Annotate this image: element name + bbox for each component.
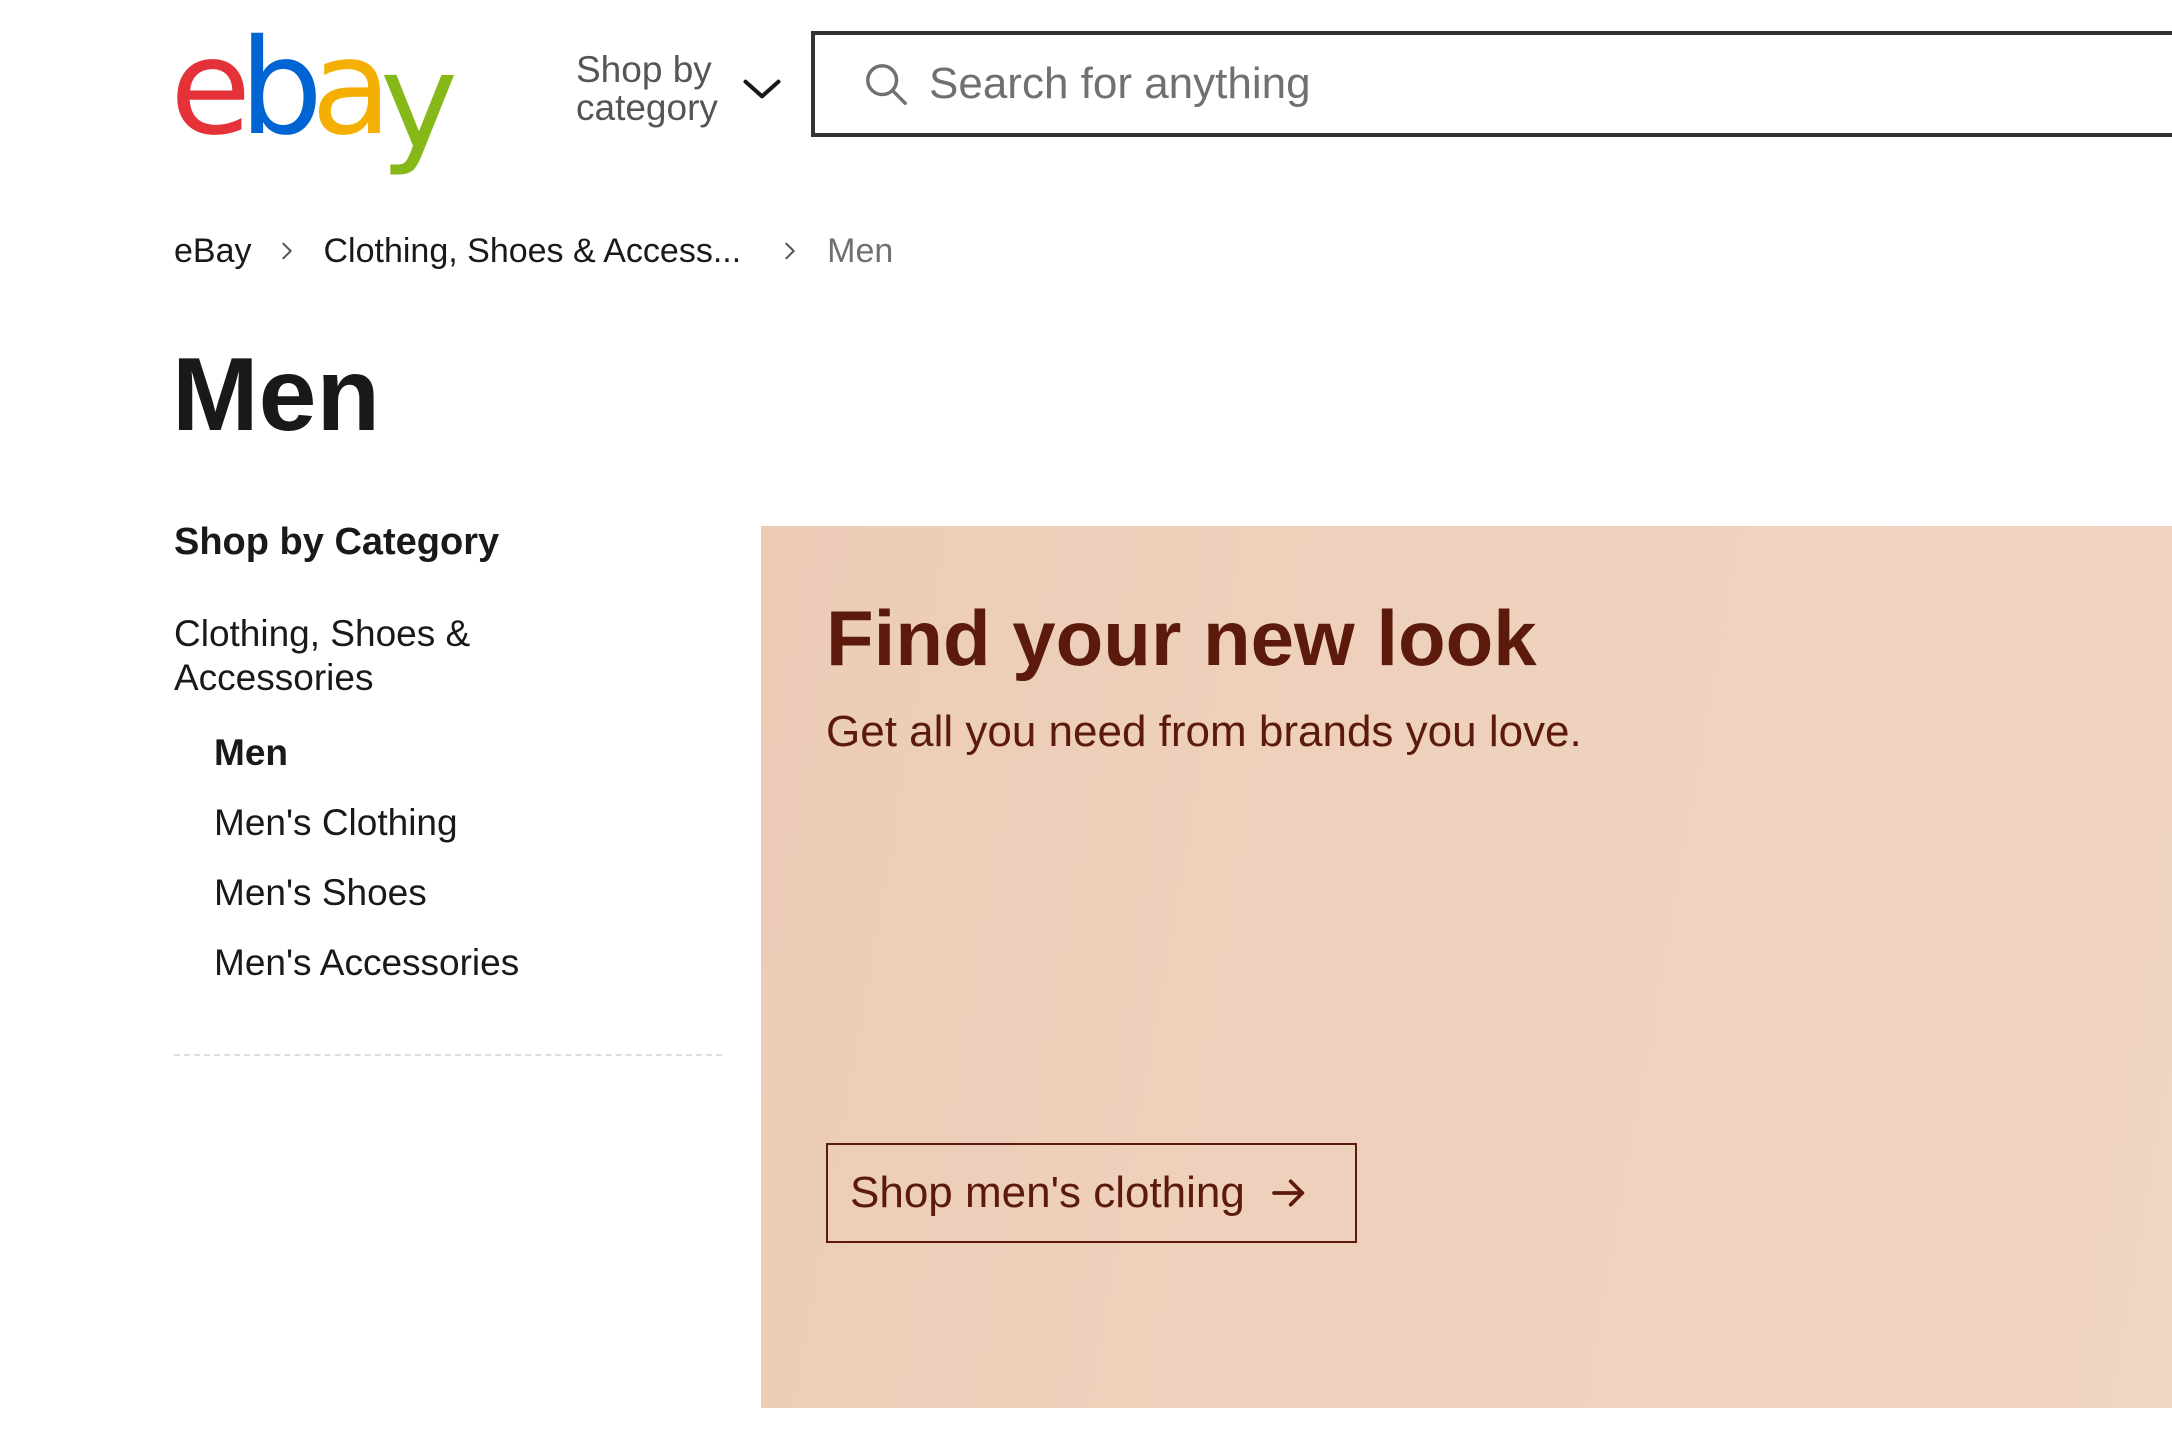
chevron-right-icon	[281, 242, 292, 260]
shop-by-category-button[interactable]: Shop by category	[576, 46, 786, 132]
sidebar-item-mens-clothing[interactable]: Men's Clothing	[214, 788, 722, 858]
search-bar[interactable]	[811, 31, 2172, 137]
hero-title: Find your new look	[826, 594, 1537, 682]
sidebar-item-label[interactable]: Men's Accessories	[214, 942, 519, 983]
breadcrumb: eBay Clothing, Shoes & Access... Men	[174, 226, 893, 276]
sidebar-category-list: Men Men's Clothing Men's Shoes Men's Acc…	[174, 718, 722, 998]
shop-mens-clothing-button[interactable]: Shop men's clothing	[826, 1143, 1357, 1243]
logo-letter-y: y	[379, 25, 458, 179]
sidebar-item-mens-shoes[interactable]: Men's Shoes	[214, 858, 722, 928]
search-input[interactable]	[929, 44, 2029, 124]
sidebar-item-mens-accessories[interactable]: Men's Accessories	[214, 928, 722, 998]
sidebar-heading: Shop by Category	[174, 521, 500, 563]
chevron-down-icon	[743, 79, 781, 99]
breadcrumb-men: Men	[827, 231, 894, 270]
shop-by-category-label: Shop by category	[576, 49, 718, 128]
breadcrumb-clothing-shoes-accessories[interactable]: Clothing, Shoes & Access...	[324, 232, 742, 271]
breadcrumb-ebay[interactable]: eBay	[174, 232, 252, 271]
sidebar-item-label[interactable]: Men's Shoes	[214, 872, 427, 913]
hero-banner: Find your new look Get all you need from…	[761, 526, 2172, 1408]
sidebar-item-men: Men	[214, 732, 288, 773]
category-sidebar: Shop by Category Clothing, Shoes & Acces…	[174, 512, 722, 1064]
sidebar-parent-category[interactable]: Clothing, Shoes & Accessories	[174, 612, 554, 700]
logo-letter-b: b	[239, 11, 323, 165]
chevron-right-icon	[785, 242, 795, 260]
hero-subtitle: Get all you need from brands you love.	[826, 707, 1582, 756]
arrow-right-icon	[1272, 1179, 1305, 1207]
search-icon	[866, 64, 907, 105]
logo-letter-e: e	[170, 11, 251, 165]
ebay-logo[interactable]: e b a y	[170, 11, 458, 172]
sidebar-item-label[interactable]: Men's Clothing	[214, 802, 458, 843]
hero-button-label: Shop men's clothing	[850, 1168, 1245, 1217]
sidebar-divider	[174, 1054, 722, 1056]
page-title: Men	[172, 337, 380, 453]
logo-letter-a: a	[311, 11, 392, 165]
